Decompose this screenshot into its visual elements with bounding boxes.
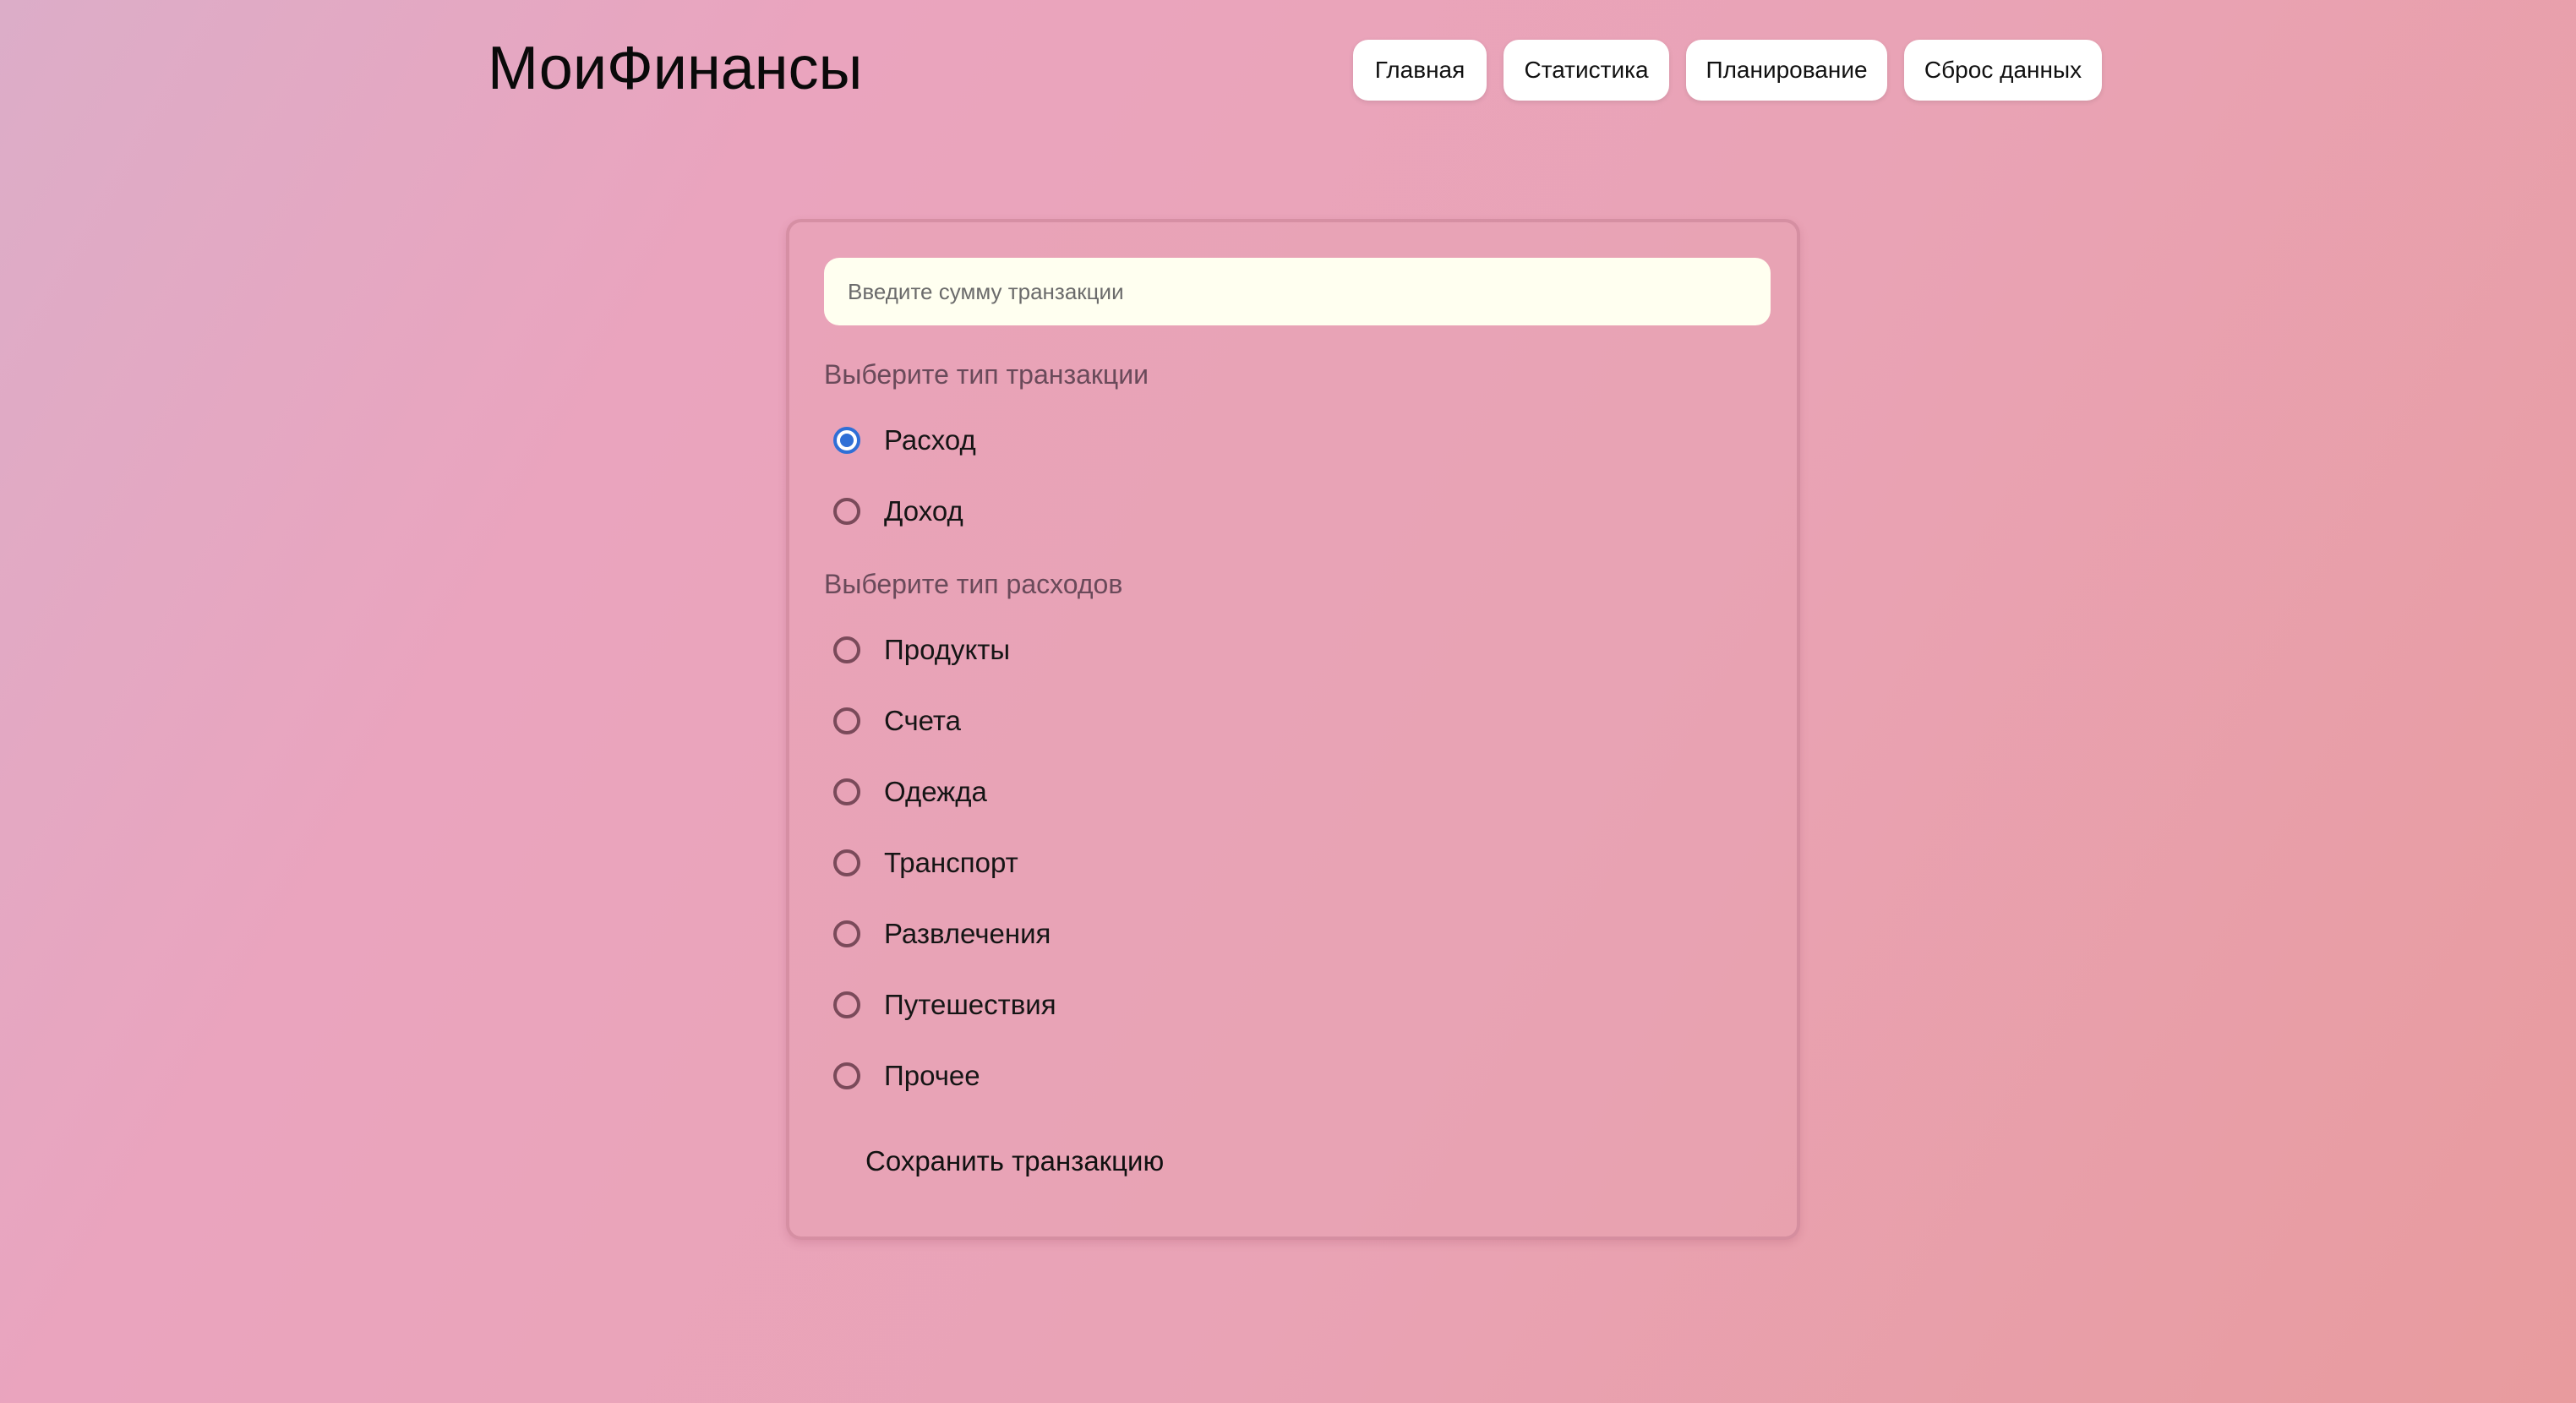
radio-option-label: Одежда [884,776,987,807]
radio-option-label: Расход [884,424,976,456]
transaction-type-label: Выберите тип транзакции [824,359,1149,390]
nav-statistics-button[interactable]: Статистика [1504,40,1669,101]
radio-button[interactable] [833,498,860,525]
radio-option-label: Доход [884,495,963,527]
radio-button-checked[interactable] [833,427,860,454]
radio-option-label: Продукты [884,634,1011,665]
radio-option-expense[interactable]: Расход [833,415,976,466]
radio-option-label: Путешествия [884,989,1056,1020]
radio-option-groceries[interactable]: Продукты [833,625,1010,675]
radio-option-travel[interactable]: Путешествия [833,980,1056,1030]
nav-planning-button[interactable]: Планирование [1686,40,1887,101]
radio-button[interactable] [833,1062,860,1089]
radio-button[interactable] [833,849,860,876]
radio-button[interactable] [833,920,860,947]
expense-type-label: Выберите тип расходов [824,569,1123,599]
radio-option-entertainment[interactable]: Развлечения [833,909,1051,959]
app-header: МоиФинансы Главная Статистика Планирован… [0,0,2576,144]
radio-option-clothing[interactable]: Одежда [833,767,987,817]
radio-option-bills[interactable]: Счета [833,696,961,746]
radio-button[interactable] [833,991,860,1018]
radio-button[interactable] [833,636,860,663]
amount-input[interactable] [824,258,1771,325]
radio-option-label: Развлечения [884,918,1051,949]
radio-button[interactable] [833,707,860,734]
save-transaction-button[interactable]: Сохранить транзакцию [865,1145,1164,1177]
nav-home-button[interactable]: Главная [1353,40,1487,101]
radio-option-label: Счета [884,705,962,736]
radio-option-other[interactable]: Прочее [833,1051,980,1101]
radio-button[interactable] [833,778,860,805]
radio-option-label: Прочее [884,1060,980,1091]
main-nav: Главная Статистика Планирование Сброс да… [0,40,2576,101]
radio-option-income[interactable]: Доход [833,486,963,537]
transaction-form-card: Выберите тип транзакции Расход Доход Выб… [786,219,1800,1240]
nav-reset-data-button[interactable]: Сброс данных [1904,40,2102,101]
radio-option-label: Транспорт [884,847,1018,878]
radio-option-transport[interactable]: Транспорт [833,838,1018,888]
